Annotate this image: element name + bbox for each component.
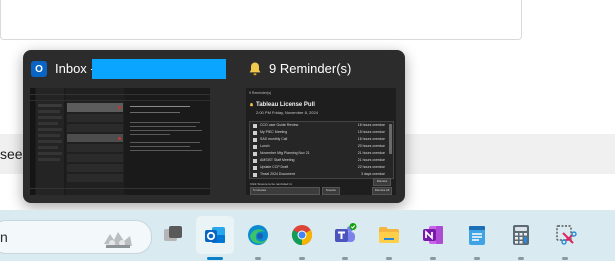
chrome-icon bbox=[291, 225, 313, 246]
onenote-running-indicator bbox=[430, 257, 436, 260]
notepad-running-indicator bbox=[474, 257, 480, 260]
taskbar-file-explorer-button[interactable] bbox=[370, 216, 408, 254]
task-view-button[interactable] bbox=[154, 216, 192, 254]
reminder-item: Lunch 20 hours overdue bbox=[250, 144, 393, 151]
screen: see O Inbox - 9 Reminder(s) 9 Reminder(s… bbox=[0, 0, 615, 261]
edge-running-indicator bbox=[255, 257, 261, 260]
search-highlight-icon bbox=[104, 232, 132, 248]
teams-icon bbox=[335, 223, 357, 242]
window-title-reminders[interactable]: 9 Reminder(s) bbox=[269, 61, 351, 76]
taskbar-thumbnail-popup: O Inbox - 9 Reminder(s) 9 Reminder(s) Ta… bbox=[23, 50, 405, 203]
reminder-item: November Mtg Planning Nov 21 21 hours ove… bbox=[250, 151, 393, 158]
taskbar-chrome-button[interactable] bbox=[283, 216, 321, 254]
bell-icon bbox=[249, 102, 254, 107]
onenote-icon bbox=[423, 226, 443, 244]
document-card bbox=[0, 0, 522, 40]
taskbar-notepad-button[interactable] bbox=[458, 216, 496, 254]
reminder-title: Tableau License Pull bbox=[256, 102, 315, 108]
window-title-inbox[interactable]: Inbox - bbox=[55, 61, 95, 76]
document-partial-text: see bbox=[0, 146, 23, 162]
reminders-window-header: 9 Reminder(s) bbox=[249, 91, 272, 95]
snooze-button: Snooze bbox=[322, 187, 340, 195]
calculator-running-indicator bbox=[518, 257, 524, 260]
snooze-instruction: Click Snooze to be reminded in: bbox=[250, 182, 293, 186]
redacted-email-address bbox=[92, 59, 226, 79]
taskbar-teams-button[interactable] bbox=[326, 216, 364, 254]
teams-running-indicator bbox=[342, 257, 348, 260]
snipping-tool-icon bbox=[556, 225, 577, 245]
reminder-item: AMSIST Staff Meeting 21 hours overdue bbox=[250, 158, 393, 165]
reminders-window-thumbnail[interactable]: 9 Reminder(s) Tableau License Pull 2:00 … bbox=[246, 88, 396, 195]
taskbar-onenote-button[interactable] bbox=[414, 216, 452, 254]
snipping-tool-running-indicator bbox=[562, 257, 568, 260]
folder-icon bbox=[379, 227, 399, 243]
taskbar-outlook-button[interactable] bbox=[196, 216, 234, 254]
search-partial-text: n bbox=[0, 229, 8, 245]
reminder-item: Update CCP Draft 22 hours overdue bbox=[250, 165, 393, 172]
file-explorer-running-indicator bbox=[386, 257, 392, 260]
edge-icon bbox=[248, 225, 268, 245]
reminder-item: SAS monthly Call 16 hours overdue bbox=[250, 137, 393, 144]
taskbar: n bbox=[0, 210, 615, 261]
bell-icon bbox=[249, 62, 261, 76]
outlook-icon bbox=[205, 227, 225, 243]
outlook-active-indicator bbox=[207, 257, 223, 260]
reminder-subtitle: 2:00 PM Friday, November 8, 2024 bbox=[256, 110, 318, 115]
outlook-inbox-thumbnail[interactable] bbox=[30, 88, 210, 195]
taskbar-calculator-button[interactable] bbox=[502, 216, 540, 254]
task-view-icon bbox=[164, 226, 182, 241]
taskbar-edge-button[interactable] bbox=[239, 216, 277, 254]
chrome-running-indicator bbox=[299, 257, 305, 260]
notepad-icon bbox=[469, 226, 485, 245]
dismiss-all-button: Dismiss All bbox=[372, 187, 392, 195]
reminder-item: Tinsel 2024 Document 3 days overdue bbox=[250, 172, 393, 179]
scrollbar bbox=[389, 124, 392, 154]
reminder-item: My PIEC Meeting 15 hours overdue bbox=[250, 130, 393, 137]
reminder-list: CCO user Guide Review 16 hours overdue My… bbox=[249, 121, 394, 179]
snooze-select: 5 minutes bbox=[250, 187, 320, 195]
reminder-item: CCO user Guide Review 16 hours overdue bbox=[250, 123, 393, 130]
dismiss-button: Dismiss bbox=[373, 178, 391, 186]
outlook-icon: O bbox=[31, 61, 47, 77]
calculator-icon bbox=[513, 225, 529, 245]
taskbar-snipping-tool-button[interactable] bbox=[546, 216, 584, 254]
